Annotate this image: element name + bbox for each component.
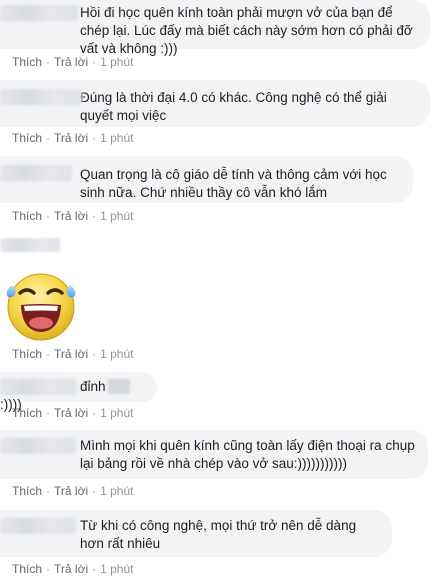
separator-dot: ·	[46, 131, 51, 145]
comment-bubble: đỉnh:))))	[0, 372, 157, 412]
reply-link[interactable]: Trả lời	[54, 131, 88, 145]
timestamp[interactable]: 1 phút	[100, 55, 133, 69]
like-link[interactable]: Thích	[12, 406, 42, 420]
timestamp[interactable]: 1 phút	[100, 131, 133, 145]
timestamp[interactable]: 1 phút	[100, 484, 133, 498]
comment-actions: Thích · Trả lời · 1 phút	[12, 131, 133, 145]
like-link[interactable]: Thích	[12, 209, 42, 223]
comment-bubble: Hồi đi học quên kính toàn phải mượn vở c…	[0, 0, 430, 56]
comment-actions: Thích · Trả lời · 1 phút	[12, 209, 133, 223]
separator-dot: ·	[92, 406, 97, 420]
separator-dot: ·	[46, 347, 51, 361]
like-link[interactable]: Thích	[12, 562, 42, 576]
blurred-commenter-name	[0, 518, 76, 534]
separator-dot: ·	[92, 209, 97, 223]
blurred-commenter-name	[0, 5, 78, 21]
comment-text: Từ khi có công nghệ, mọi thứ trở nên dễ …	[80, 518, 357, 551]
comment-actions: Thích · Trả lời · 1 phút	[12, 347, 133, 361]
separator-dot: ·	[92, 55, 97, 69]
reply-link[interactable]: Trả lời	[54, 209, 88, 223]
separator-dot: ·	[46, 562, 51, 576]
comment-bubble: Mình mọi khi quên kính cũng toàn lấy điệ…	[0, 430, 428, 479]
separator-dot: ·	[46, 406, 51, 420]
separator-dot: ·	[46, 484, 51, 498]
blurred-commenter-name	[0, 379, 76, 395]
timestamp[interactable]: 1 phút	[100, 209, 133, 223]
comment-bubble: Từ khi có công nghệ, mọi thứ trở nên dễ …	[0, 510, 392, 557]
blurred-commenter-name	[0, 438, 76, 454]
reply-link[interactable]: Trả lời	[54, 406, 88, 420]
blurred-commenter-name	[0, 238, 60, 252]
separator-dot: ·	[46, 55, 51, 69]
separator-dot: ·	[92, 562, 97, 576]
comment-text: Quan trọng là cô giáo dễ tính và thông c…	[80, 167, 387, 200]
comment-text-part: đỉnh	[80, 379, 106, 394]
comment-bubble: Quan trọng là cô giáo dễ tính và thông c…	[0, 156, 413, 203]
comment-actions: Thích · Trả lời · 1 phút	[12, 406, 133, 420]
blurred-commenter-name	[0, 89, 82, 105]
comment-bubble: Đúng là thời đại 4.0 có khác. Công nghệ …	[0, 80, 430, 127]
timestamp[interactable]: 1 phút	[100, 406, 133, 420]
comment-text: Hồi đi học quên kính toàn phải mượn vở c…	[80, 5, 413, 56]
comment-actions: Thích · Trả lời · 1 phút	[12, 55, 133, 69]
timestamp[interactable]: 1 phút	[100, 347, 133, 361]
comment-text: Đúng là thời đại 4.0 có khác. Công nghệ …	[80, 90, 387, 123]
comment-text: Mình mọi khi quên kính cũng toàn lấy điệ…	[80, 438, 415, 471]
blurred-tag	[107, 379, 130, 394]
separator-dot: ·	[92, 131, 97, 145]
separator-dot: ·	[92, 484, 97, 498]
reply-link[interactable]: Trả lời	[54, 484, 88, 498]
blurred-commenter-name	[0, 165, 72, 181]
like-link[interactable]: Thích	[12, 55, 42, 69]
separator-dot: ·	[92, 347, 97, 361]
reply-link[interactable]: Trả lời	[54, 55, 88, 69]
reply-link[interactable]: Trả lời	[54, 347, 88, 361]
reply-link[interactable]: Trả lời	[54, 562, 88, 576]
like-link[interactable]: Thích	[12, 131, 42, 145]
timestamp[interactable]: 1 phút	[100, 562, 133, 576]
comment-actions: Thích · Trả lời · 1 phút	[12, 484, 133, 498]
laughing-tears-sticker[interactable]	[2, 265, 80, 343]
comment-actions: Thích · Trả lời · 1 phút	[12, 562, 133, 576]
laughing-face-icon	[6, 273, 76, 341]
like-link[interactable]: Thích	[12, 484, 42, 498]
like-link[interactable]: Thích	[12, 347, 42, 361]
separator-dot: ·	[46, 209, 51, 223]
